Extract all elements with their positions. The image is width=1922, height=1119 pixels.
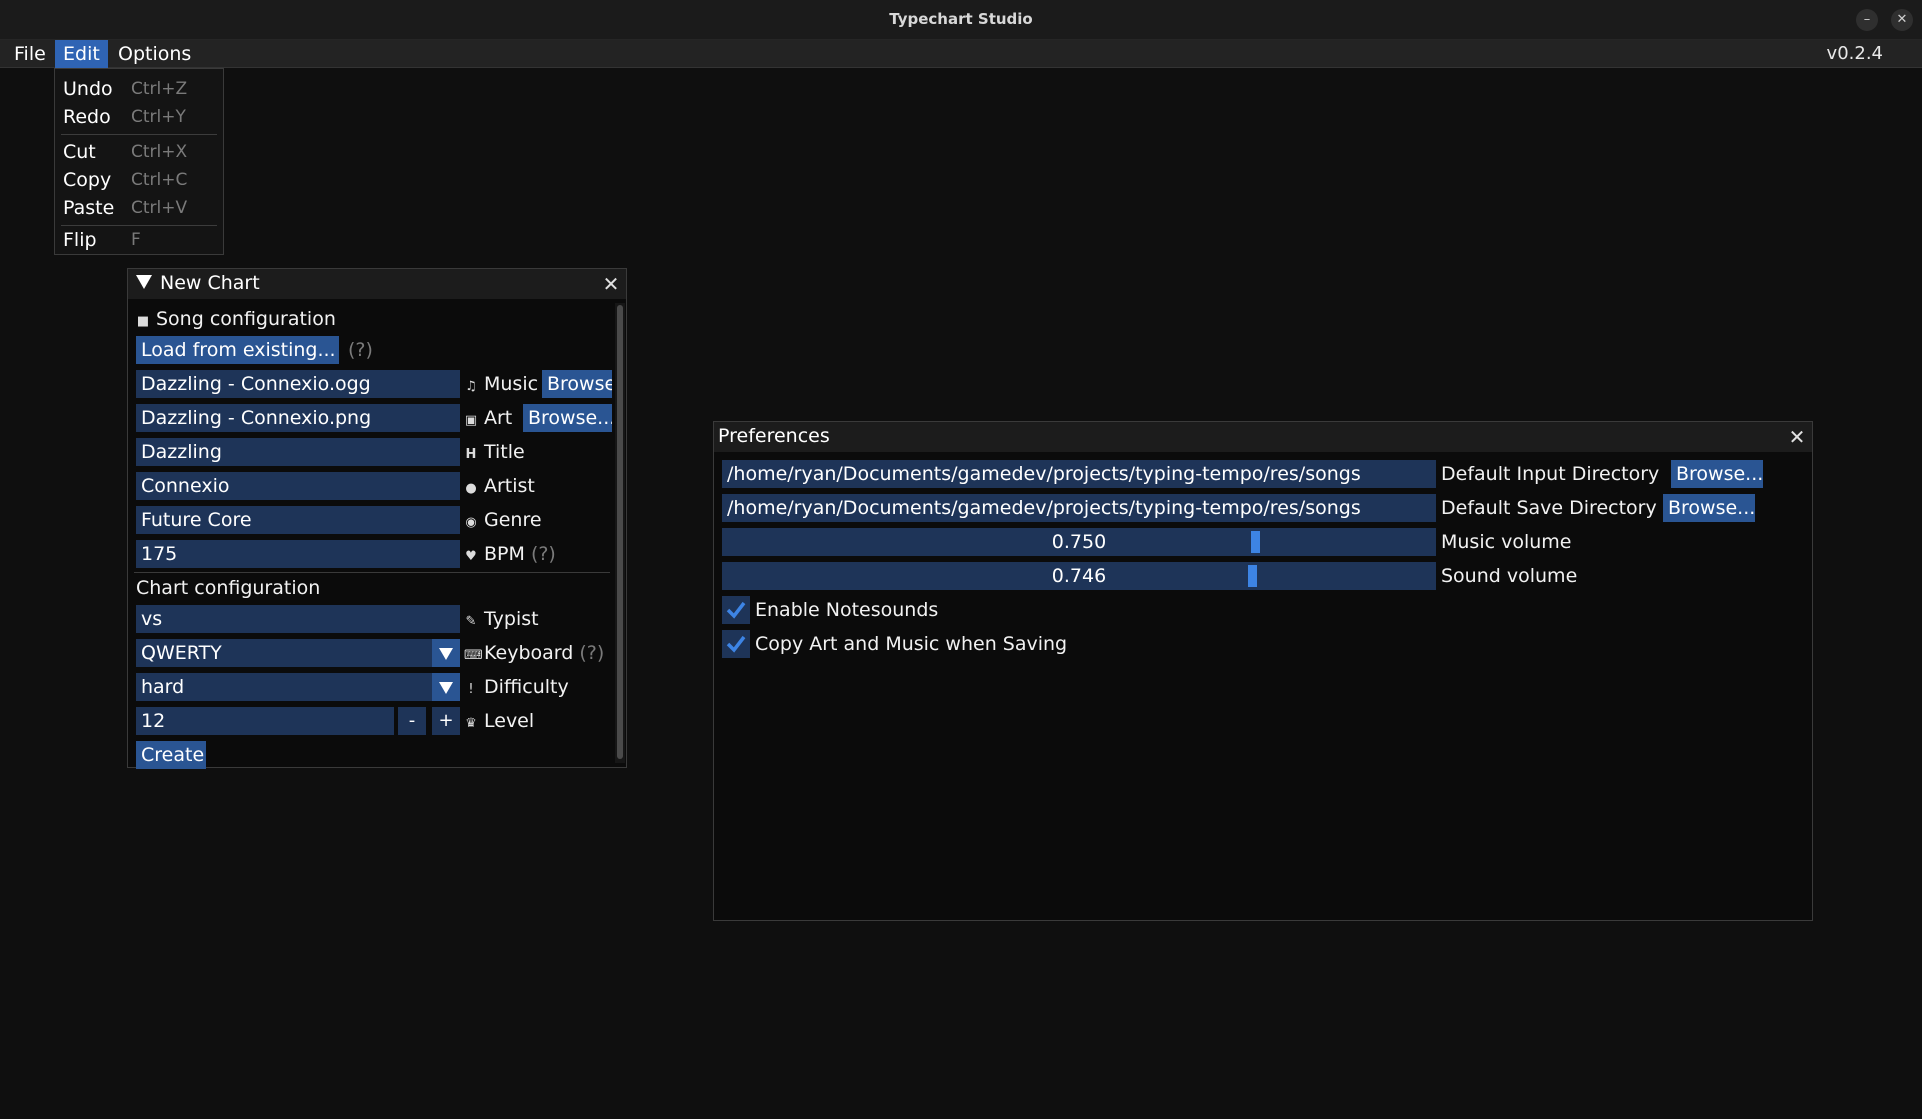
menu-item-paste[interactable]: Paste Ctrl+V: [63, 195, 187, 221]
preferences-panel: Preferences ✕ /home/ryan/Documents/gamed…: [713, 421, 1813, 921]
menu-file[interactable]: File: [6, 40, 54, 68]
bpm-help-marker[interactable]: (?): [531, 543, 556, 565]
typist-label: ✎ Typist: [464, 605, 539, 633]
chart-config-header: Chart configuration: [136, 577, 321, 599]
sound-volume-slider[interactable]: 0.746: [722, 562, 1436, 590]
level-label: ♛ Level: [464, 707, 534, 735]
save-directory-browse-button[interactable]: Browse...: [1663, 494, 1755, 522]
checkmark-icon: [726, 601, 746, 619]
image-icon: ▣: [464, 413, 478, 428]
music-label: ♫ Music: [464, 370, 538, 398]
menu-separator: [61, 134, 217, 135]
save-directory-label: Default Save Directory: [1441, 497, 1657, 519]
collapse-triangle-icon[interactable]: [136, 275, 152, 289]
copy-art-music-checkbox[interactable]: [722, 630, 750, 658]
minimize-button[interactable]: –: [1856, 9, 1878, 31]
version-label: v0.2.4: [1826, 43, 1883, 64]
thermometer-icon: !: [468, 682, 474, 697]
window-title: Typechart Studio: [889, 10, 1033, 28]
artist-label: ● Artist: [464, 472, 535, 500]
level-increment-button[interactable]: +: [432, 707, 460, 735]
new-chart-titlebar[interactable]: New Chart ✕: [128, 269, 626, 299]
preferences-title: Preferences: [718, 425, 830, 447]
sound-volume-label: Sound volume: [1441, 565, 1578, 587]
input-directory-label: Default Input Directory: [1441, 463, 1660, 485]
close-icon[interactable]: ✕: [1788, 427, 1806, 447]
art-label: ▣ Art: [464, 404, 512, 432]
music-file-field[interactable]: Dazzling - Connexio.ogg: [136, 370, 460, 398]
keyboard-icon: ⌨: [464, 648, 483, 663]
level-field[interactable]: 12: [136, 707, 394, 735]
menu-item-cut[interactable]: Cut Ctrl+X: [63, 139, 187, 165]
heartbeat-icon: ♥: [465, 549, 477, 564]
music-volume-label: Music volume: [1441, 531, 1572, 553]
close-window-button[interactable]: ✕: [1891, 9, 1913, 31]
preferences-titlebar[interactable]: Preferences ✕: [714, 422, 1812, 452]
music-volume-value: 0.750: [1051, 531, 1107, 553]
genre-field[interactable]: Future Core: [136, 506, 460, 534]
music-volume-grab[interactable]: [1251, 531, 1260, 553]
microphone-icon: ●: [465, 481, 477, 496]
save-directory-field[interactable]: /home/ryan/Documents/gamedev/projects/ty…: [722, 494, 1436, 522]
enable-notesounds-label: Enable Notesounds: [755, 599, 939, 621]
keyboard-dropdown-arrow-icon[interactable]: [432, 639, 460, 667]
menu-item-flip[interactable]: Flip F: [63, 227, 141, 253]
sound-volume-grab[interactable]: [1248, 565, 1257, 587]
menu-edit[interactable]: Edit: [55, 40, 108, 68]
menubar: File Edit Options v0.2.4: [0, 40, 1922, 68]
input-directory-browse-button[interactable]: Browse...: [1671, 460, 1763, 488]
typist-field[interactable]: vs: [136, 605, 460, 633]
genre-label: ◉ Genre: [464, 506, 541, 534]
section-divider: [134, 572, 610, 573]
help-marker[interactable]: (?): [348, 336, 373, 364]
menu-separator: [61, 225, 217, 226]
input-directory-field[interactable]: /home/ryan/Documents/gamedev/projects/ty…: [722, 460, 1436, 488]
checkmark-icon: [726, 635, 746, 653]
scrollbar[interactable]: [615, 303, 625, 763]
new-chart-title: New Chart: [160, 272, 260, 294]
crown-icon: ♛: [465, 716, 477, 731]
title-field[interactable]: Dazzling: [136, 438, 460, 466]
keyboard-label: ⌨Keyboard (?): [464, 639, 604, 667]
art-file-field[interactable]: Dazzling - Connexio.png: [136, 404, 460, 432]
difficulty-dropdown-arrow-icon[interactable]: [432, 673, 460, 701]
keyboard-select[interactable]: QWERTY: [136, 639, 432, 667]
music-browse-button[interactable]: Browse...: [542, 370, 612, 398]
song-config-header: ■ Song configuration: [136, 305, 336, 333]
artist-field[interactable]: Connexio: [136, 472, 460, 500]
new-chart-panel: New Chart ✕ ■ Song configuration Load fro…: [127, 268, 627, 769]
music-volume-slider[interactable]: 0.750: [722, 528, 1436, 556]
pen-icon: ✎: [465, 614, 477, 629]
lock-icon: ■: [136, 314, 150, 329]
copy-art-music-label: Copy Art and Music when Saving: [755, 633, 1068, 655]
heading-icon: H: [465, 447, 477, 462]
bpm-label: ♥ BPM (?): [464, 540, 556, 568]
menu-item-copy[interactable]: Copy Ctrl+C: [63, 167, 187, 193]
scrollbar-thumb[interactable]: [617, 305, 623, 759]
create-button[interactable]: Create: [136, 741, 206, 769]
window-titlebar: Typechart Studio – ✕: [0, 0, 1922, 40]
edit-menu-dropdown: Undo Ctrl+Z Redo Ctrl+Y Cut Ctrl+X Copy Ctrl…: [54, 68, 224, 255]
difficulty-label: ! Difficulty: [464, 673, 568, 701]
music-note-icon: ♫: [465, 379, 477, 394]
enable-notesounds-checkbox[interactable]: [722, 596, 750, 624]
art-browse-button[interactable]: Browse...: [523, 404, 612, 432]
title-label: H Title: [464, 438, 525, 466]
record-icon: ◉: [465, 515, 477, 530]
keyboard-help-marker[interactable]: (?): [579, 642, 604, 664]
menu-item-redo[interactable]: Redo Ctrl+Y: [63, 104, 186, 130]
menu-item-undo[interactable]: Undo Ctrl+Z: [63, 76, 187, 102]
close-icon[interactable]: ✕: [602, 274, 620, 294]
difficulty-select[interactable]: hard: [136, 673, 432, 701]
bpm-field[interactable]: 175: [136, 540, 460, 568]
menu-options[interactable]: Options: [110, 40, 199, 68]
level-decrement-button[interactable]: -: [398, 707, 426, 735]
sound-volume-value: 0.746: [1051, 565, 1107, 587]
load-existing-button[interactable]: Load from existing...: [136, 336, 339, 364]
